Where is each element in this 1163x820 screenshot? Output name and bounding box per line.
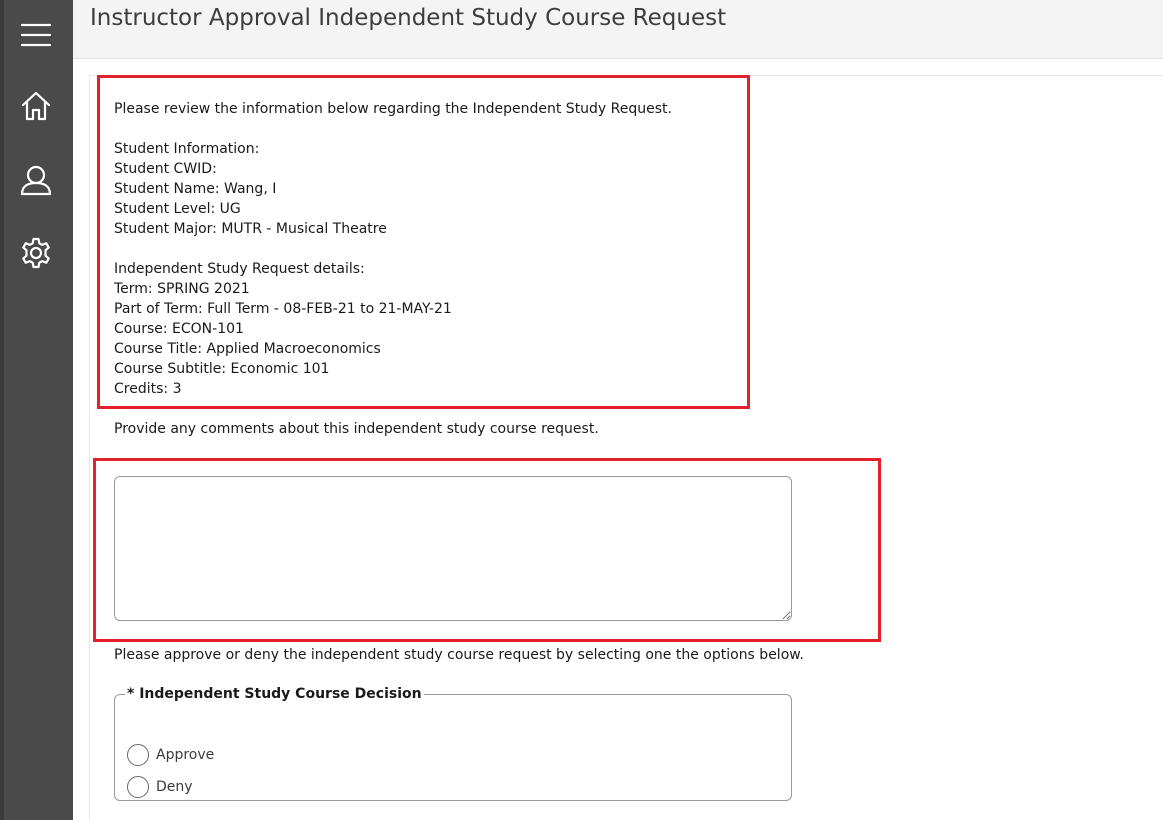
hamburger-menu-icon: [20, 23, 52, 47]
part-of-term: Part of Term: Full Term - 08-FEB-21 to 2…: [114, 301, 452, 317]
gear-icon: [22, 237, 50, 269]
student-major: Student Major: MUTR - Musical Theatre: [114, 221, 387, 237]
course: Course: ECON-101: [114, 321, 244, 337]
home-icon: [21, 91, 51, 121]
comments-textarea[interactable]: [114, 476, 792, 621]
approve-radio[interactable]: Approve: [127, 744, 214, 766]
intro-text: Please review the information below rega…: [114, 101, 672, 117]
deny-radio[interactable]: Deny: [127, 776, 193, 798]
course-title: Course Title: Applied Macroeconomics: [114, 341, 381, 357]
deny-label[interactable]: Deny: [156, 779, 193, 795]
student-info-heading: Student Information:: [114, 141, 260, 157]
term: Term: SPRING 2021: [114, 281, 250, 297]
user-icon: [20, 165, 52, 196]
comments-prompt: Provide any comments about this independ…: [114, 421, 599, 437]
sidebar-item-settings[interactable]: [14, 231, 58, 275]
sidebar: [0, 0, 73, 820]
sidebar-item-profile[interactable]: [14, 158, 58, 202]
student-name: Student Name: Wang, I: [114, 181, 277, 197]
approve-radio-circle[interactable]: [127, 744, 149, 766]
page-title: Instructor Approval Independent Study Co…: [90, 5, 727, 31]
decision-fieldset: * Independent Study Course Decision Appr…: [114, 686, 792, 801]
decision-prompt: Please approve or deny the independent s…: [114, 647, 804, 663]
decision-legend: * Independent Study Course Decision: [127, 686, 422, 702]
student-level: Student Level: UG: [114, 201, 241, 217]
course-subtitle: Course Subtitle: Economic 101: [114, 361, 330, 377]
sidebar-item-home[interactable]: [14, 84, 58, 128]
credits: Credits: 3: [114, 381, 182, 397]
deny-radio-circle[interactable]: [127, 776, 149, 798]
request-details-heading: Independent Study Request details:: [114, 261, 365, 277]
approve-label[interactable]: Approve: [156, 747, 214, 763]
menu-button[interactable]: [14, 13, 58, 57]
sidebar-edge: [0, 0, 4, 820]
page-header: Instructor Approval Independent Study Co…: [73, 0, 1163, 59]
student-cwid: Student CWID:: [114, 161, 217, 177]
